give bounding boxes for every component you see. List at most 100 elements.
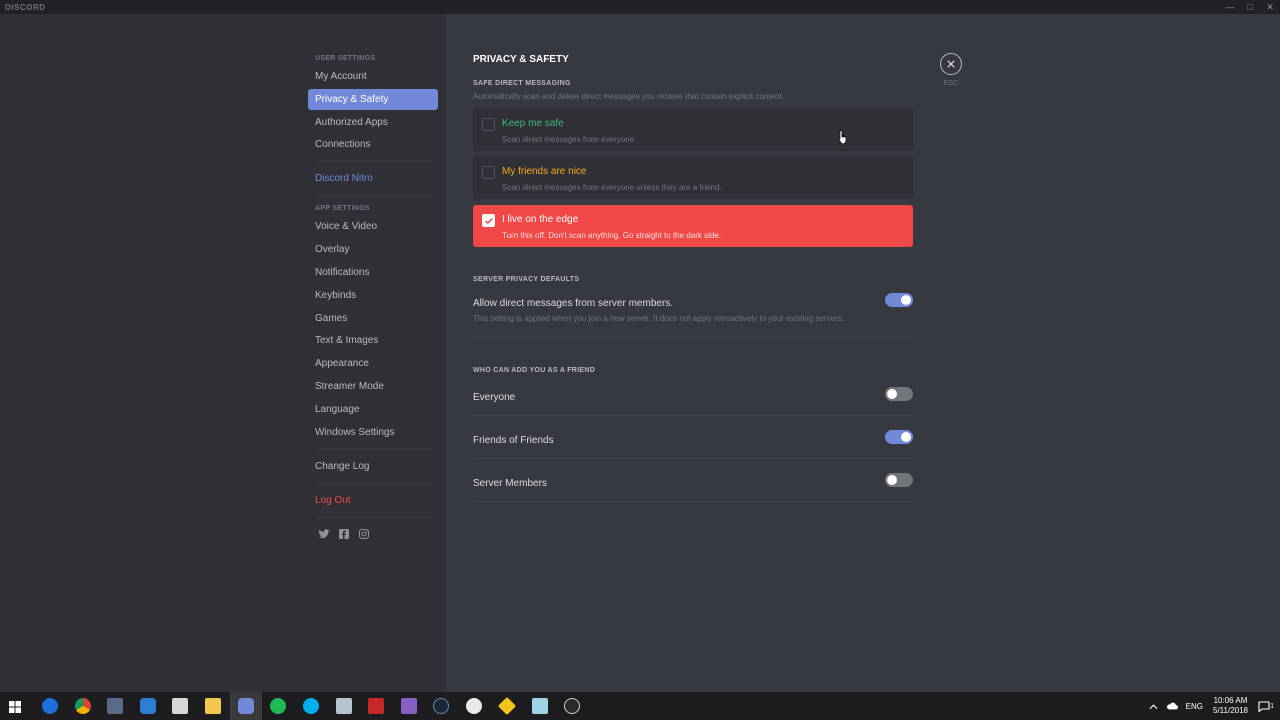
sidebar-divider	[315, 448, 431, 450]
safe-dm-section-title: SAFE DIRECT MESSAGING	[473, 80, 571, 87]
maximize-button[interactable]: □	[1240, 0, 1260, 14]
sidebar-item-authorized-apps[interactable]: Authorized Apps	[308, 112, 438, 133]
divider	[473, 415, 913, 416]
instagram-icon[interactable]	[358, 528, 370, 540]
toggle-knob	[887, 389, 897, 399]
system-tray: ENG 10:06 AM 5/11/2018 1	[1149, 692, 1280, 720]
friend-option-label: Everyone	[473, 392, 516, 403]
close-icon[interactable]	[940, 53, 962, 75]
clock[interactable]: 10:06 AM 5/11/2018	[1213, 696, 1248, 716]
sidebar-item-notifications[interactable]: Notifications	[308, 262, 438, 283]
option-description: Turn this off. Don't scan anything. Go s…	[502, 231, 721, 240]
chrome-icon[interactable]	[75, 698, 91, 714]
divider	[473, 458, 913, 459]
server-privacy-description: This setting is applied when you join a …	[473, 314, 844, 323]
friend-option-friends-of-friends: Friends of Friends	[473, 430, 913, 446]
friend-option-label: Server Members	[473, 478, 547, 489]
cloud-icon[interactable]	[1166, 697, 1178, 715]
chevron-up-icon[interactable]	[1149, 697, 1158, 715]
unreal-engine-icon[interactable]	[466, 698, 482, 714]
server-dm-toggle[interactable]	[885, 293, 913, 307]
friend-request-section-title: WHO CAN ADD YOU AS A FRIEND	[473, 367, 596, 374]
sidebar-divider	[315, 516, 431, 518]
sidebar-item-change-log[interactable]: Change Log	[308, 456, 438, 477]
friends-of-friends-toggle[interactable]	[885, 430, 913, 444]
option-label: I live on the edge	[502, 214, 579, 225]
sidebar-item-connections[interactable]: Connections	[308, 134, 438, 155]
hand-cursor-icon	[838, 129, 850, 150]
esc-label: ESC	[943, 80, 959, 87]
sidebar-item-privacy-safety[interactable]: Privacy & Safety	[308, 88, 438, 110]
app-settings-header: APP SETTINGS	[315, 205, 370, 213]
facebook-icon[interactable]	[338, 528, 350, 540]
option-label: My friends are nice	[502, 166, 587, 177]
title-bar: DISCORD — □ ✕	[0, 0, 1280, 14]
visual-studio-icon[interactable]	[401, 698, 417, 714]
notepad-icon[interactable]	[336, 698, 352, 714]
sidebar-item-keybinds[interactable]: Keybinds	[308, 285, 438, 306]
git-icon[interactable]	[497, 696, 517, 716]
friend-option-label: Friends of Friends	[473, 435, 554, 446]
user-settings-header: USER SETTINGS	[315, 55, 376, 62]
server-dm-label: Allow direct messages from server member…	[473, 298, 674, 309]
sidebar-divider	[315, 195, 431, 197]
notification-count: 1	[1270, 702, 1274, 710]
toggle-knob	[901, 295, 911, 305]
option-description: Scan direct messages from everyone unles…	[502, 183, 722, 192]
monitor-app-icon[interactable]	[172, 698, 188, 714]
sidebar-item-language[interactable]: Language	[308, 399, 438, 420]
sidebar-item-voice-video[interactable]: Voice & Video	[308, 216, 438, 237]
sidebar-item-streamer-mode[interactable]: Streamer Mode	[308, 376, 438, 397]
sidebar-item-discord-nitro[interactable]: Discord Nitro	[308, 168, 438, 189]
shield-app-icon[interactable]	[140, 698, 156, 714]
close-window-button[interactable]: ✕	[1260, 0, 1280, 14]
document-app-icon[interactable]	[532, 698, 548, 714]
obs-icon[interactable]	[564, 698, 580, 714]
safe-dm-option-friends-nice[interactable]: My friends are nice Scan direct messages…	[473, 157, 913, 199]
sidebar-item-games[interactable]: Games	[308, 308, 438, 329]
everyone-toggle[interactable]	[885, 387, 913, 401]
language-indicator[interactable]: ENG	[1186, 702, 1203, 711]
sidebar-item-windows-settings[interactable]: Windows Settings	[308, 422, 438, 443]
skype-icon[interactable]	[303, 698, 319, 714]
safe-dm-description: Automatically scan and delete direct mes…	[473, 92, 784, 101]
windows-taskbar: ENG 10:06 AM 5/11/2018 1	[0, 692, 1280, 720]
sidebar-item-text-images[interactable]: Text & Images	[308, 330, 438, 351]
server-dm-toggle-row: Allow direct messages from server member…	[473, 293, 913, 309]
checkbox[interactable]	[482, 166, 495, 179]
settings-content: PRIVACY & SAFETY SAFE DIRECT MESSAGING A…	[446, 14, 1280, 692]
voicemeeter-icon[interactable]	[368, 698, 384, 714]
start-icon[interactable]	[9, 700, 21, 718]
window-controls: — □ ✕	[1220, 0, 1280, 14]
sidebar-item-log-out[interactable]: Log Out	[308, 490, 438, 511]
twitter-icon[interactable]	[318, 528, 330, 540]
friend-option-server-members: Server Members	[473, 473, 913, 489]
checkbox[interactable]	[482, 118, 495, 131]
steam-icon[interactable]	[433, 698, 449, 714]
friend-option-everyone: Everyone	[473, 387, 913, 403]
page-title: PRIVACY & SAFETY	[473, 54, 569, 65]
safe-dm-option-live-on-edge[interactable]: I live on the edge Turn this off. Don't …	[473, 205, 913, 247]
network-app-icon[interactable]	[107, 698, 123, 714]
toggle-knob	[901, 432, 911, 442]
server-privacy-section-title: SERVER PRIVACY DEFAULTS	[473, 276, 580, 283]
sidebar-item-my-account[interactable]: My Account	[308, 66, 438, 87]
server-members-toggle[interactable]	[885, 473, 913, 487]
minimize-button[interactable]: —	[1220, 0, 1240, 14]
sidebar-item-appearance[interactable]: Appearance	[308, 353, 438, 374]
spotify-icon[interactable]	[270, 698, 286, 714]
option-label: Keep me safe	[502, 118, 564, 129]
sidebar-divider	[315, 161, 431, 163]
notification-center-icon[interactable]: 1	[1258, 700, 1274, 712]
edge-icon[interactable]	[42, 698, 58, 714]
settings-sidebar: USER SETTINGS My Account Privacy & Safet…	[0, 14, 446, 692]
checkmark-icon	[484, 217, 493, 224]
checkbox-checked[interactable]	[482, 214, 495, 227]
app-title: DISCORD	[5, 2, 46, 12]
file-explorer-icon[interactable]	[205, 698, 221, 714]
sidebar-item-overlay[interactable]: Overlay	[308, 239, 438, 260]
discord-icon[interactable]	[238, 698, 254, 714]
social-links	[308, 524, 438, 544]
close-settings[interactable]: ESC	[938, 53, 964, 87]
divider	[473, 337, 913, 338]
